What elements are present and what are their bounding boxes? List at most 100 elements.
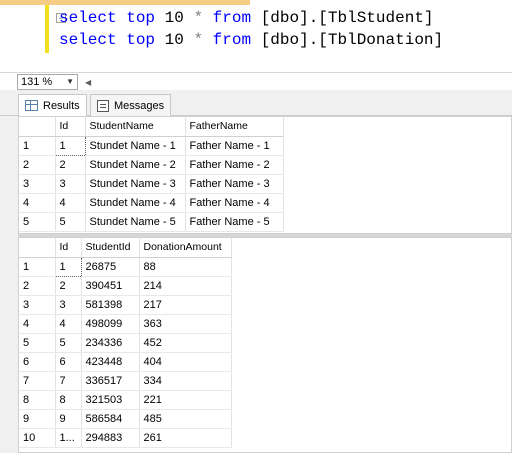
cell-id[interactable]: 3	[55, 174, 86, 194]
cell-id[interactable]: 2	[55, 155, 86, 175]
messages-icon	[97, 99, 109, 112]
keyword-top: top	[126, 31, 156, 49]
cell-id[interactable]: 1	[54, 256, 82, 277]
top-count: 10	[164, 31, 184, 49]
row-number: 1	[19, 136, 56, 156]
zoom-value: 131 %	[21, 76, 53, 88]
query-editor[interactable]: − select top 10 * from [dbo].[TblStudent…	[0, 5, 512, 72]
cell-id[interactable]: 2	[55, 276, 82, 296]
cell-fathername[interactable]: Father Name - 5	[185, 212, 284, 232]
cell-studentname[interactable]: Stundet Name - 3	[85, 174, 186, 194]
cell-studentid[interactable]: 390451	[81, 276, 140, 296]
table-row[interactable]: 1 1 Stundet Name - 1 Father Name - 1	[19, 135, 284, 156]
cell-studentid[interactable]: 586584	[81, 409, 140, 429]
row-number: 10	[19, 428, 56, 448]
result-grid-students[interactable]: Id StudentName FatherName 1 1 Stundet Name…	[18, 116, 512, 234]
zoom-dropdown[interactable]: 131 % ▼	[17, 74, 78, 90]
keyword-from: from	[212, 31, 252, 49]
table-row[interactable]: 2 2 Stundet Name - 2 Father Name - 2	[19, 155, 284, 175]
cell-id[interactable]: 4	[55, 314, 82, 334]
star-operator: *	[193, 31, 204, 49]
cell-id[interactable]: 5	[55, 212, 86, 232]
table-row[interactable]: 7 7 336517 334	[19, 371, 232, 391]
cell-studentid[interactable]: 26875	[81, 257, 140, 277]
row-header-corner	[19, 238, 56, 258]
table-row[interactable]: 2 2 390451 214	[19, 276, 232, 296]
cell-fathername[interactable]: Father Name - 3	[185, 174, 284, 194]
cell-studentname[interactable]: Stundet Name - 1	[85, 136, 186, 156]
cell-id[interactable]: 3	[55, 295, 82, 315]
cell-donationamount[interactable]: 214	[139, 276, 232, 296]
table-row[interactable]: 4 4 Stundet Name - 4 Father Name - 4	[19, 193, 284, 213]
table-row[interactable]: 10 1... 294883 261	[19, 428, 232, 448]
table-row[interactable]: 3 3 Stundet Name - 3 Father Name - 3	[19, 174, 284, 194]
column-header-fathername[interactable]: FatherName	[185, 117, 284, 137]
column-header-id[interactable]: Id	[55, 238, 82, 258]
row-header-corner	[19, 117, 56, 137]
keyword-from: from	[212, 9, 252, 27]
row-number: 9	[19, 409, 56, 429]
cell-donationamount[interactable]: 261	[139, 428, 232, 448]
star-operator: *	[193, 9, 204, 27]
cell-id[interactable]: 1...	[55, 428, 82, 448]
cell-donationamount[interactable]: 485	[139, 409, 232, 429]
cell-fathername[interactable]: Father Name - 1	[185, 136, 284, 156]
cell-donationamount[interactable]: 363	[139, 314, 232, 334]
cell-id[interactable]: 1	[54, 135, 86, 156]
column-header-studentname[interactable]: StudentName	[85, 117, 186, 137]
cell-donationamount[interactable]: 334	[139, 371, 232, 391]
tab-messages-label: Messages	[114, 99, 165, 112]
cell-donationamount[interactable]: 452	[139, 333, 232, 353]
row-number: 5	[19, 333, 56, 353]
cell-id[interactable]: 8	[55, 390, 82, 410]
column-header-donationamount[interactable]: DonationAmount	[139, 238, 232, 258]
cell-studentid[interactable]: 581398	[81, 295, 140, 315]
result-grid-donations[interactable]: Id StudentId DonationAmount 1 1 26875 88 22…	[18, 237, 512, 453]
cell-studentid[interactable]: 336517	[81, 371, 140, 391]
cell-id[interactable]: 6	[55, 352, 82, 372]
row-number: 3	[19, 295, 56, 315]
cell-studentid[interactable]: 423448	[81, 352, 140, 372]
query-line-2[interactable]: select top 10 * from [dbo].[TblDonation]	[59, 30, 443, 50]
tab-results[interactable]: Results	[18, 94, 87, 116]
cell-studentname[interactable]: Stundet Name - 4	[85, 193, 186, 213]
table-row[interactable]: 4 4 498099 363	[19, 314, 232, 334]
results-tab-strip: Results Messages	[0, 90, 512, 116]
row-number: 8	[19, 390, 56, 410]
cell-studentid[interactable]: 234336	[81, 333, 140, 353]
scroll-left-icon[interactable]: ◀	[85, 78, 91, 87]
table-row[interactable]: 8 8 321503 221	[19, 390, 232, 410]
column-header-id[interactable]: Id	[55, 117, 86, 137]
table-row[interactable]: 5 5 Stundet Name - 5 Father Name - 5	[19, 212, 284, 232]
cell-id[interactable]: 4	[55, 193, 86, 213]
table-name: [dbo].[TblStudent]	[260, 9, 434, 27]
table-row[interactable]: 6 6 423448 404	[19, 352, 232, 372]
table-name: [dbo].[TblDonation]	[260, 31, 444, 49]
cell-studentname[interactable]: Stundet Name - 5	[85, 212, 186, 232]
cell-donationamount[interactable]: 404	[139, 352, 232, 372]
table-row[interactable]: 1 1 26875 88	[19, 256, 232, 277]
cell-fathername[interactable]: Father Name - 2	[185, 155, 284, 175]
query-line-1[interactable]: select top 10 * from [dbo].[TblStudent]	[59, 8, 434, 28]
row-number: 4	[19, 314, 56, 334]
cell-studentid[interactable]: 321503	[81, 390, 140, 410]
keyword-select: select	[59, 9, 117, 27]
cell-id[interactable]: 9	[55, 409, 82, 429]
cell-id[interactable]: 5	[55, 333, 82, 353]
cell-studentname[interactable]: Stundet Name - 2	[85, 155, 186, 175]
cell-donationamount[interactable]: 217	[139, 295, 232, 315]
cell-donationamount[interactable]: 88	[139, 257, 232, 277]
table-row[interactable]: 5 5 234336 452	[19, 333, 232, 353]
cell-fathername[interactable]: Father Name - 4	[185, 193, 284, 213]
cell-id[interactable]: 7	[55, 371, 82, 391]
table-row[interactable]: 9 9 586584 485	[19, 409, 232, 429]
column-header-studentid[interactable]: StudentId	[81, 238, 140, 258]
cell-donationamount[interactable]: 221	[139, 390, 232, 410]
cell-studentid[interactable]: 294883	[81, 428, 140, 448]
table-row[interactable]: 3 3 581398 217	[19, 295, 232, 315]
row-number: 3	[19, 174, 56, 194]
row-number: 1	[19, 257, 56, 277]
cell-studentid[interactable]: 498099	[81, 314, 140, 334]
tab-messages[interactable]: Messages	[90, 94, 172, 116]
chevron-down-icon: ▼	[66, 77, 74, 86]
